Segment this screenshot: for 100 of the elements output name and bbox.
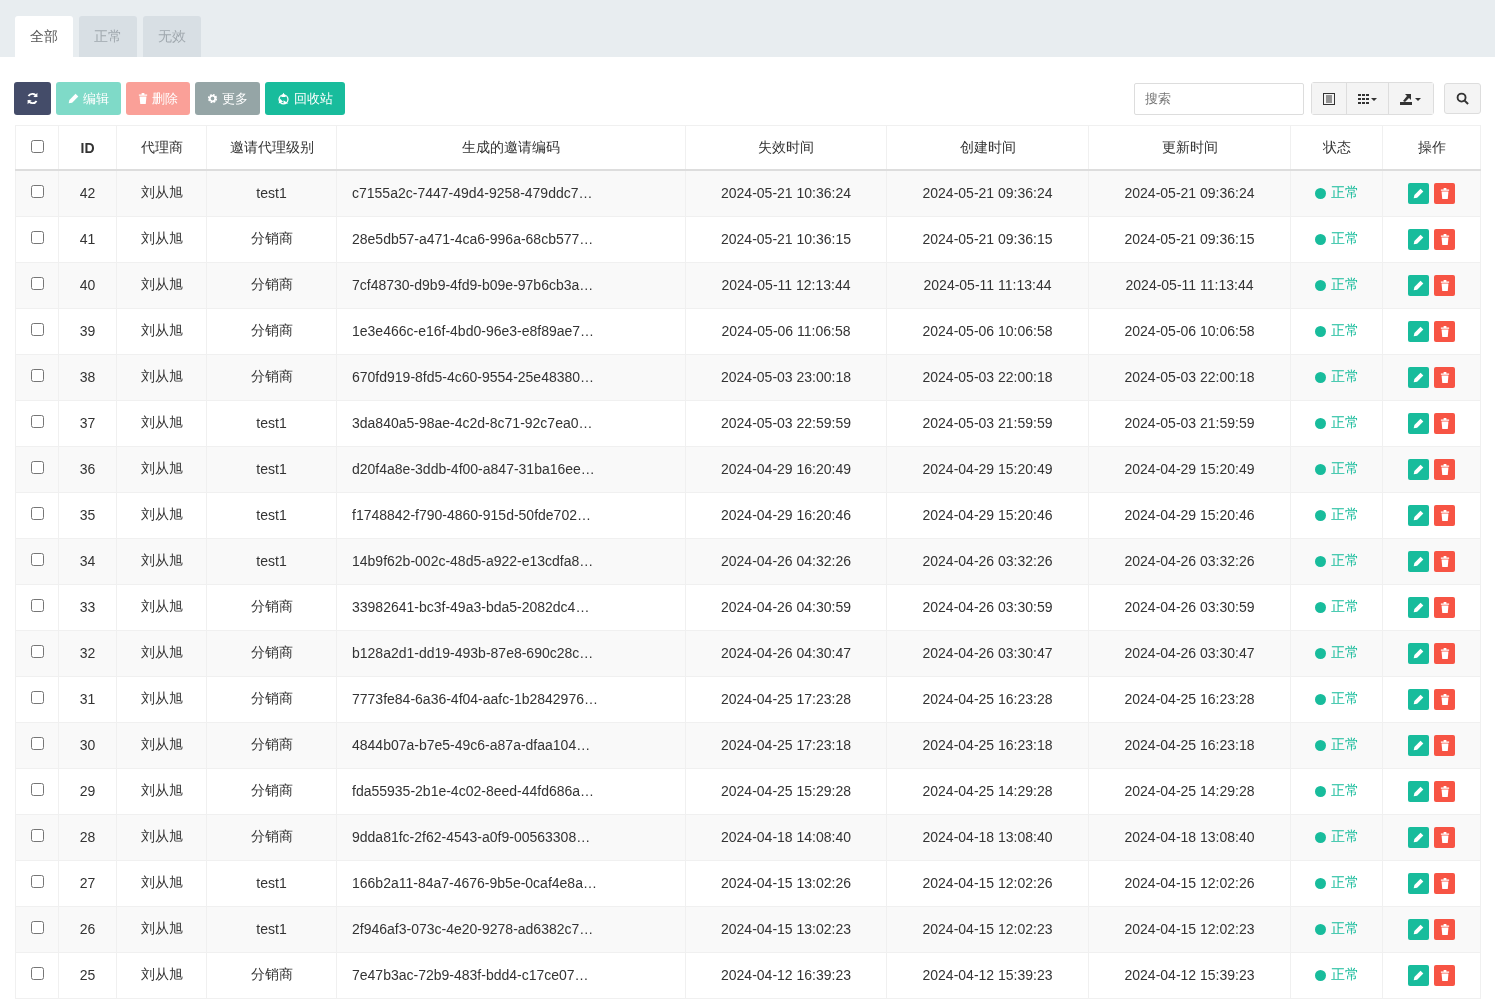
edit-button[interactable] (1408, 274, 1429, 296)
status-text: 正常 (1330, 276, 1359, 294)
row-checkbox[interactable] (30, 645, 44, 658)
table-cell: 3da840a5-98ae-4c2d-8c71-92c7ea0… (352, 415, 593, 431)
delete-button[interactable] (1434, 734, 1455, 756)
row-checkbox[interactable] (30, 231, 44, 244)
edit-button[interactable] (1408, 412, 1429, 434)
edit-button[interactable] (1408, 596, 1429, 618)
edit-button[interactable] (1408, 734, 1429, 756)
column-header[interactable]: 代理商 (140, 138, 183, 155)
edit-button[interactable] (1408, 918, 1429, 940)
delete-button[interactable] (1434, 596, 1455, 618)
delete-button[interactable] (1434, 964, 1455, 986)
delete-button[interactable] (1434, 872, 1455, 894)
trash-icon (1439, 601, 1450, 613)
edit-button[interactable] (1408, 872, 1429, 894)
pencil-icon (1413, 785, 1424, 797)
refresh-button[interactable] (14, 82, 51, 115)
row-checkbox[interactable] (30, 553, 44, 566)
search-field[interactable]: 搜索 (1134, 82, 1304, 115)
edit-button[interactable] (1408, 228, 1429, 250)
row-checkbox[interactable] (30, 461, 44, 474)
edit-button[interactable] (1408, 550, 1429, 572)
column-header[interactable]: 更新时间 (1161, 138, 1218, 155)
edit-button[interactable] (1408, 458, 1429, 480)
column-header[interactable]: 状态 (1322, 138, 1351, 155)
table-cell: 刘从旭 (140, 322, 183, 338)
table-cell: 27 (79, 875, 96, 891)
edit-button[interactable] (1408, 642, 1429, 664)
edit-button[interactable] (1408, 688, 1429, 710)
column-header[interactable]: 操作 (1417, 138, 1446, 155)
delete-button[interactable] (1434, 504, 1455, 526)
edit-button[interactable] (1408, 964, 1429, 986)
search-button[interactable] (1444, 83, 1481, 114)
row-checkbox[interactable] (30, 737, 44, 750)
table-cell: 33 (79, 599, 96, 615)
edit-button[interactable] (1408, 366, 1429, 388)
edit-button[interactable] (1408, 826, 1429, 848)
table-cell: 分销商 (250, 966, 293, 982)
table-cell: 39 (79, 323, 96, 339)
table-cell: 9dda81fc-2f62-4543-a0f9-00563308… (352, 829, 591, 845)
row-checkbox[interactable] (30, 691, 44, 704)
delete-button[interactable] (1434, 642, 1455, 664)
row-checkbox[interactable] (30, 507, 44, 520)
row-checkbox[interactable] (30, 277, 44, 290)
delete-button[interactable] (1434, 688, 1455, 710)
row-checkbox[interactable] (30, 415, 44, 428)
column-header[interactable]: 生成的邀请编码 (462, 138, 560, 155)
delete-button[interactable] (1434, 366, 1455, 388)
edit-button[interactable] (1408, 504, 1429, 526)
row-checkbox[interactable] (30, 875, 44, 888)
trash-icon (1439, 831, 1450, 843)
table-cell: 刘从旭 (140, 736, 183, 752)
status-dot-icon (1314, 923, 1326, 935)
delete-button[interactable] (1434, 458, 1455, 480)
table-cell: 34 (79, 553, 96, 569)
edit-button[interactable] (1408, 182, 1429, 204)
select-all-checkbox[interactable] (30, 139, 44, 153)
edit-button[interactable] (1408, 780, 1429, 802)
delete-button[interactable] (1434, 918, 1455, 940)
row-checkbox[interactable] (30, 185, 44, 199)
delete-button[interactable] (1434, 550, 1455, 572)
delete-button[interactable] (1434, 780, 1455, 802)
column-header[interactable]: 创建时间 (959, 138, 1016, 155)
trash-icon (1439, 969, 1450, 981)
table-cell: 2024-05-03 21:59:59 (922, 415, 1053, 431)
delete-button[interactable] (1434, 826, 1455, 848)
row-checkbox[interactable] (30, 783, 44, 796)
table-cell: 2024-04-26 04:30:59 (721, 599, 851, 615)
delete-button[interactable] (1434, 228, 1455, 250)
row-checkbox[interactable] (30, 599, 44, 612)
row-checkbox[interactable] (30, 829, 44, 842)
table-cell: 2024-04-15 12:02:26 (922, 875, 1053, 891)
table-cell: test1 (256, 875, 287, 891)
table-cell: 刘从旭 (140, 552, 183, 568)
filter-tab[interactable]: 全部 (15, 16, 73, 57)
export-dropdown[interactable] (1388, 83, 1433, 114)
table-cell: 25 (79, 967, 96, 983)
table-cell: 29 (79, 783, 96, 799)
table-cell: 2024-04-25 14:29:28 (1124, 783, 1255, 799)
table-cell: 2024-05-21 09:36:15 (922, 231, 1053, 247)
table-cell: 7cf48730-d9b9-4fd9-b09e-97b6cb3a… (352, 277, 594, 293)
row-checkbox[interactable] (30, 369, 44, 382)
table-cell: 2024-05-21 10:36:15 (721, 231, 851, 247)
delete-button[interactable] (1434, 182, 1455, 204)
delete-button[interactable] (1434, 320, 1455, 342)
row-checkbox[interactable] (30, 967, 44, 980)
pencil-icon (1413, 831, 1424, 843)
column-header[interactable]: 失效时间 (758, 138, 814, 155)
status-dot-icon (1314, 877, 1326, 889)
row-checkbox[interactable] (30, 921, 44, 934)
edit-button[interactable] (1408, 320, 1429, 342)
delete-button[interactable] (1434, 274, 1455, 296)
column-header[interactable]: ID (80, 139, 95, 156)
table-cell: 分销商 (250, 276, 293, 292)
status-text: 正常 (1330, 736, 1359, 754)
delete-button[interactable] (1434, 412, 1455, 434)
table-cell: 2024-05-03 23:00:18 (721, 369, 851, 385)
status-text: 正常 (1330, 368, 1359, 386)
row-checkbox[interactable] (30, 323, 44, 336)
